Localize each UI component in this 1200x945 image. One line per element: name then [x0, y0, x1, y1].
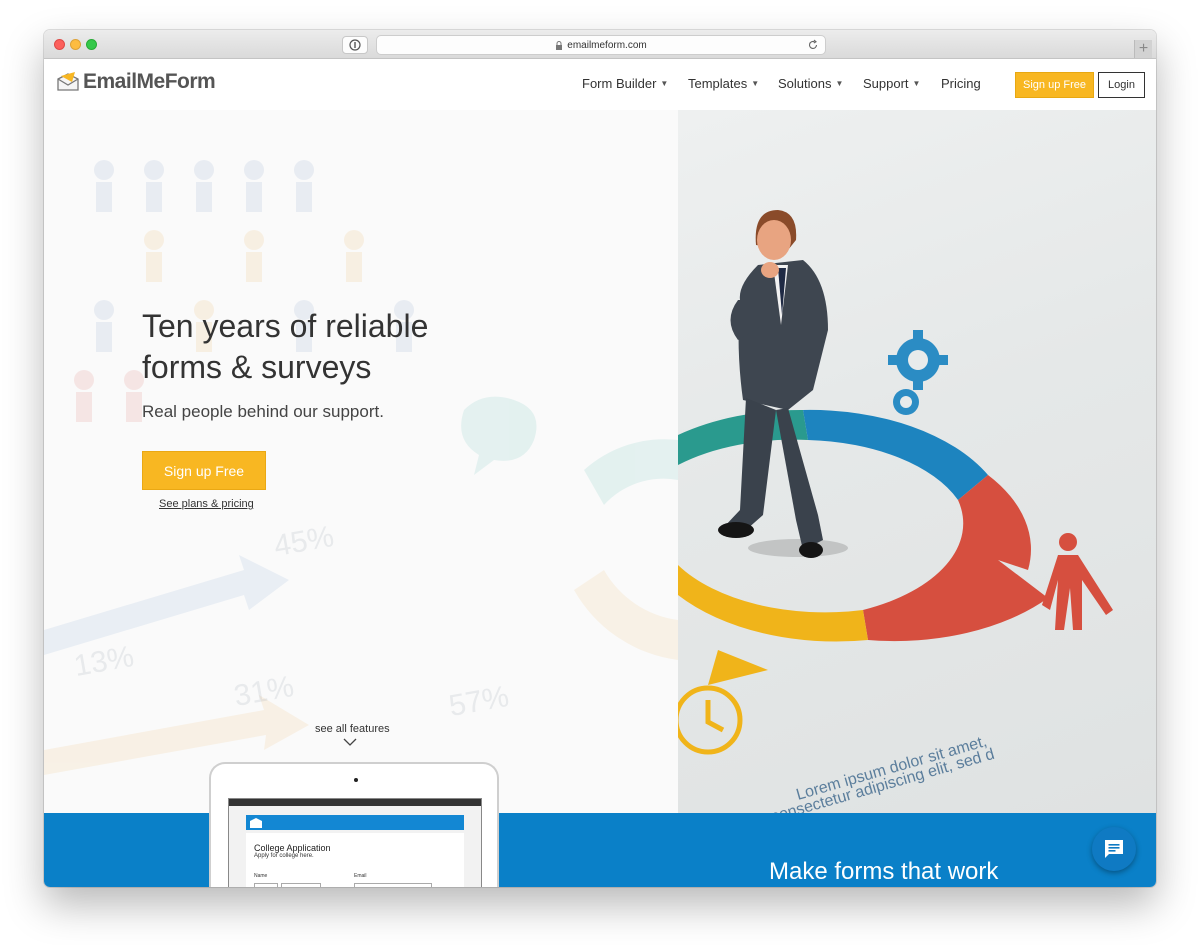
zoom-window-button[interactable] — [86, 39, 97, 50]
background-infographic — [44, 160, 678, 775]
form-title: College Application — [254, 843, 331, 853]
hero-headline: Ten years of reliable forms & surveys — [142, 308, 429, 385]
email-label: Email — [354, 873, 367, 879]
reload-icon[interactable] — [807, 39, 819, 51]
caret-down-icon: ▼ — [912, 79, 921, 88]
name-label: Name — [254, 873, 268, 879]
chat-icon — [1105, 840, 1123, 858]
lock-icon — [556, 40, 563, 50]
url-text: emailmeform.com — [567, 39, 647, 51]
form-header-bar — [246, 815, 464, 830]
email-field[interactable] — [354, 883, 432, 887]
shield-icon — [349, 39, 361, 51]
hero-signup-button[interactable]: Sign up Free — [142, 451, 266, 490]
login-button[interactable]: Login — [1098, 72, 1145, 98]
envelope-logo-icon — [57, 72, 79, 91]
nav-templates[interactable]: Templates ▼ — [688, 76, 759, 91]
nav-form-builder[interactable]: Form Builder ▼ — [582, 76, 668, 91]
nav-signup-button[interactable]: Sign up Free — [1015, 72, 1094, 98]
privacy-button[interactable] — [342, 36, 368, 54]
new-tab-button[interactable]: + — [1134, 40, 1152, 58]
band-title: Make forms that work — [769, 858, 999, 885]
site-logo[interactable]: EmailMeForm — [56, 70, 216, 94]
address-bar[interactable]: emailmeform.com — [376, 35, 826, 55]
hero-section: 45% 13% 31% 57% Ten years of reliable fo… — [44, 110, 678, 813]
nav-item-label: Templates — [688, 76, 748, 91]
envelope-logo-icon — [250, 818, 262, 828]
browser-window: emailmeform.com + EmailMeForm Form Build… — [44, 30, 1156, 887]
chevron-down-icon[interactable] — [343, 738, 357, 746]
form-subtitle: Apply for college here. — [254, 853, 314, 859]
minimize-window-button[interactable] — [70, 39, 81, 50]
tablet-screen: College Application Apply for college he… — [228, 798, 482, 887]
hero-photo: Lorem ipsum dolor sit amet, consectetur … — [678, 110, 1156, 813]
caret-down-icon: ▼ — [660, 79, 669, 88]
tablet-camera — [354, 778, 358, 782]
nav-item-label: Support — [863, 76, 909, 91]
tablet-status-bar — [229, 799, 481, 806]
site-header: EmailMeForm Form Builder ▼ Templates ▼ S… — [44, 59, 1156, 110]
nav-item-label: Solutions — [778, 76, 832, 91]
close-window-button[interactable] — [54, 39, 65, 50]
caret-down-icon: ▼ — [835, 79, 844, 88]
nav-item-label: Pricing — [941, 76, 981, 91]
tablet-mockup: College Application Apply for college he… — [209, 762, 499, 887]
businessman-figure-photo: Lorem ipsum dolor sit amet, consectetur … — [678, 210, 1113, 813]
logo-text: EmailMeForm — [83, 70, 216, 93]
nav-pricing[interactable]: Pricing — [941, 76, 981, 91]
form-card: College Application Apply for college he… — [246, 833, 464, 887]
last-name-field[interactable] — [281, 883, 321, 887]
nav-solutions[interactable]: Solutions ▼ — [778, 76, 843, 91]
caret-down-icon: ▼ — [751, 79, 760, 88]
first-name-field[interactable] — [254, 883, 278, 887]
paper-lorem-line: consectetur adipiscing elit, sed d — [769, 746, 996, 813]
plans-pricing-link[interactable]: See plans & pricing — [159, 498, 254, 510]
hero-subheadline: Real people behind our support. — [142, 402, 384, 421]
nav-support[interactable]: Support ▼ — [863, 76, 920, 91]
nav-item-label: Form Builder — [582, 76, 657, 91]
chat-button[interactable] — [1092, 827, 1136, 871]
browser-toolbar: emailmeform.com + — [44, 30, 1156, 59]
see-all-features-link[interactable]: see all features — [315, 723, 390, 735]
